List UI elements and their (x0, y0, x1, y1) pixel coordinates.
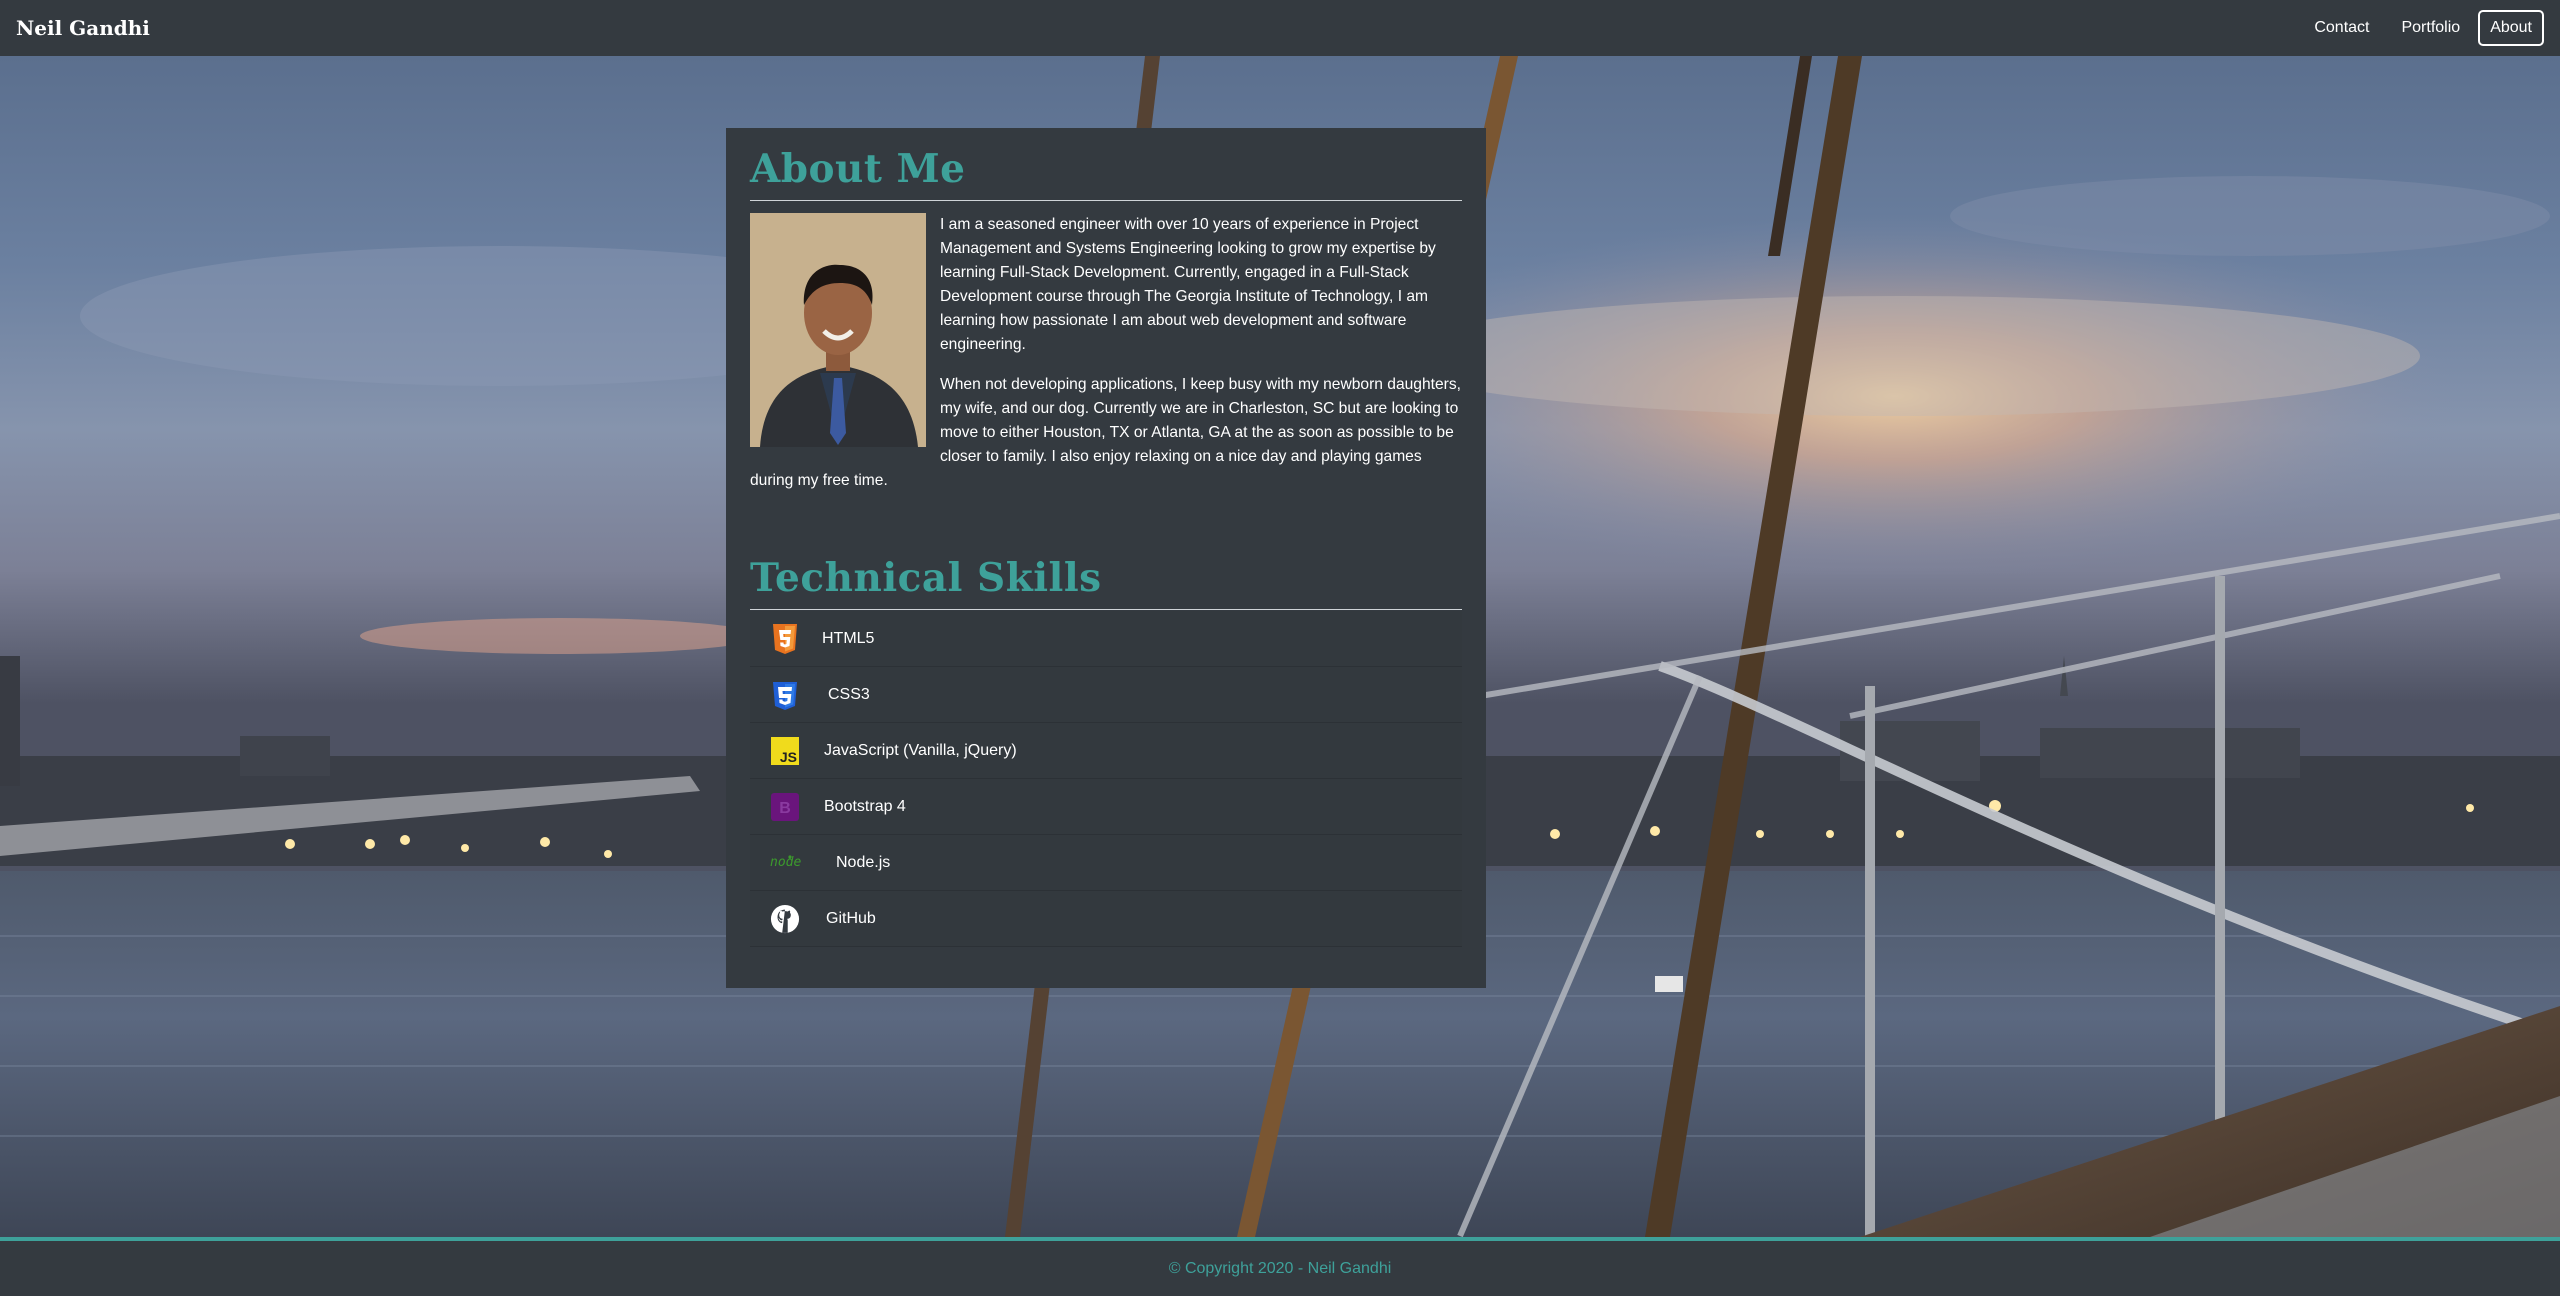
skill-item-nodejs: node Node.js (750, 835, 1462, 891)
skill-item-github: GitHub (750, 891, 1462, 947)
nav-link-portfolio[interactable]: Portfolio (2387, 11, 2474, 45)
nav-links: Contact Portfolio About (2296, 10, 2544, 46)
skill-label-github: GitHub (826, 909, 876, 927)
about-card: About Me I am a seasoned engineer with o… (726, 128, 1486, 988)
skills-title: Technical Skills (750, 555, 1462, 610)
javascript-icon: JS (770, 736, 800, 766)
bootstrap-icon: B (770, 792, 800, 822)
profile-photo-image (750, 213, 926, 447)
skill-item-css3: CSS3 (750, 667, 1462, 723)
skill-label-css3: CSS3 (828, 685, 870, 703)
footer: © Copyright 2020 - Neil Gandhi (0, 1237, 2560, 1296)
nav-link-contact[interactable]: Contact (2300, 11, 2383, 45)
skill-item-html5: HTML5 (750, 611, 1462, 667)
skill-label-javascript: JavaScript (Vanilla, jQuery) (824, 741, 1017, 759)
css3-icon (770, 680, 800, 710)
skill-label-nodejs: Node.js (836, 853, 891, 871)
nav-link-about[interactable]: About (2478, 10, 2544, 46)
skill-label-html5: HTML5 (822, 629, 875, 647)
html5-icon (770, 623, 800, 654)
skill-label-bootstrap: Bootstrap 4 (824, 797, 906, 815)
about-body: I am a seasoned engineer with over 10 ye… (750, 213, 1462, 509)
nodejs-icon: node (770, 848, 812, 878)
skill-item-bootstrap: B Bootstrap 4 (750, 779, 1462, 835)
footer-copyright: © Copyright 2020 - Neil Gandhi (1168, 1259, 1392, 1277)
skill-item-javascript: JS JavaScript (Vanilla, jQuery) (750, 723, 1462, 779)
brand-link[interactable]: Neil Gandhi (16, 16, 150, 40)
github-icon (770, 904, 800, 934)
about-title: About Me (750, 146, 1462, 201)
svg-text:JS: JS (780, 749, 797, 765)
svg-text:node: node (770, 855, 801, 870)
skill-list: HTML5 CSS3 JS JavaScript (Vanilla, jQuer… (750, 611, 1462, 947)
svg-text:B: B (779, 800, 791, 817)
profile-photo (750, 213, 926, 447)
navbar: Neil Gandhi Contact Portfolio About (0, 0, 2560, 56)
